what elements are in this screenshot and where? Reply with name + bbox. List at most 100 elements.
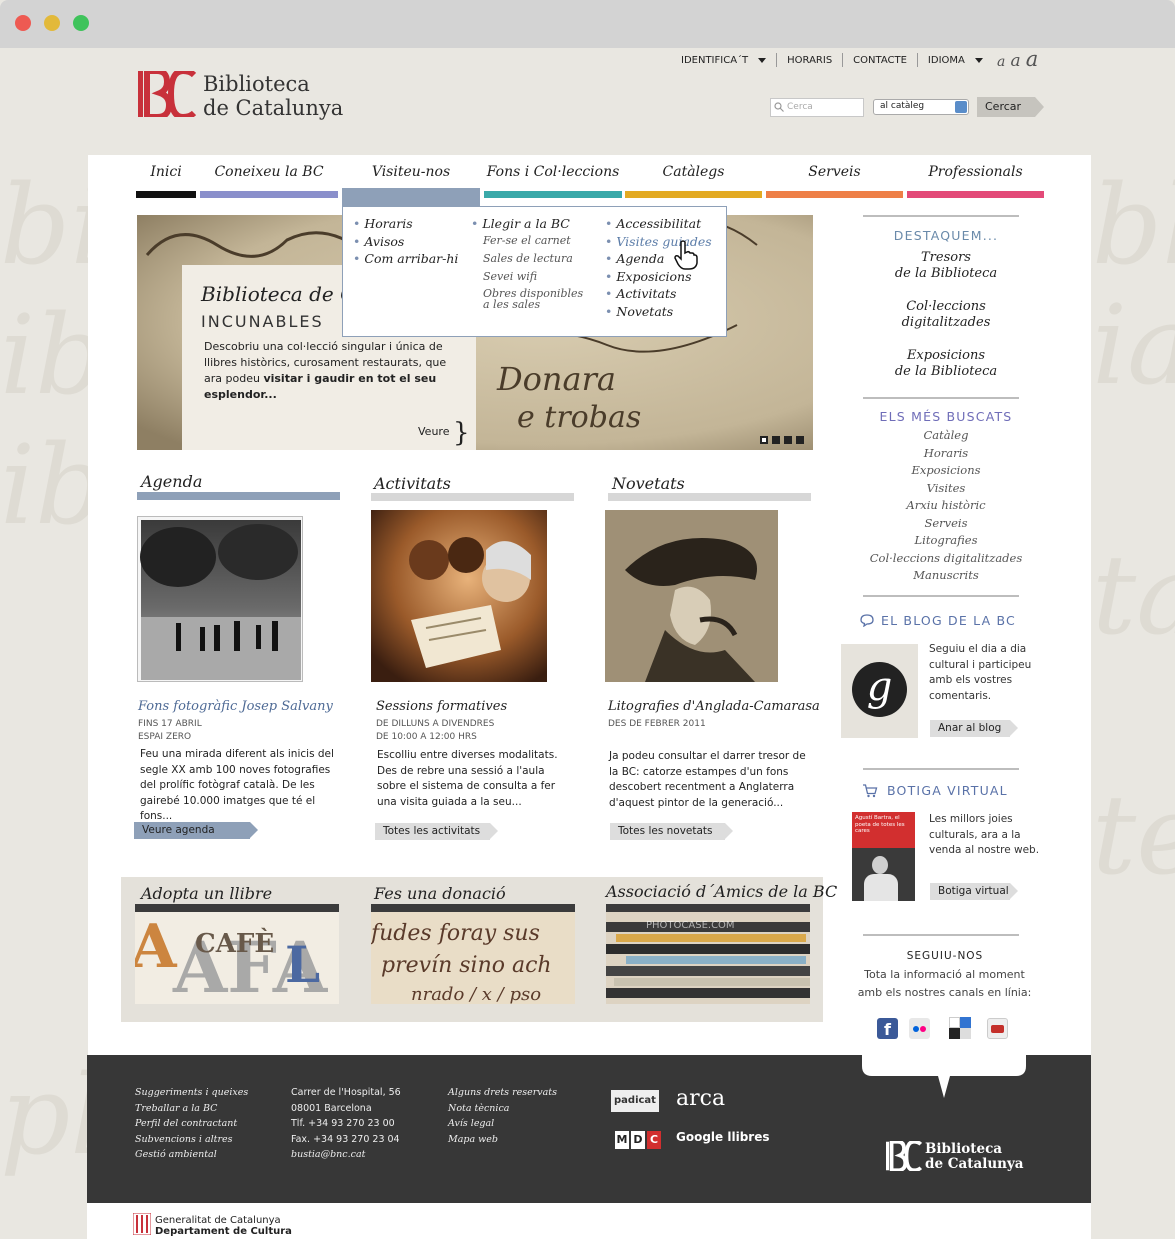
browser-titlebar	[0, 0, 1175, 48]
agenda-item-title[interactable]: Fons fotogràfic Josep Salvany	[138, 699, 333, 714]
arca-logo[interactable]: arca	[676, 1086, 725, 1111]
buscats-link[interactable]: Manuscrits	[840, 568, 1052, 582]
nav-coneixeu[interactable]: Coneixeu la BC	[200, 164, 338, 198]
totes-activitats-button[interactable]: Totes les activitats	[375, 823, 498, 840]
footer-email-link[interactable]: bustia@bnc.cat	[291, 1147, 401, 1163]
agenda-title: Agenda	[141, 472, 203, 491]
nav-inici[interactable]: Inici	[136, 164, 196, 198]
dropdown-subitem[interactable]: Fer-se el carnet	[471, 234, 583, 252]
donacio-title[interactable]: Fes una donació	[374, 884, 506, 903]
carousel-dot[interactable]	[784, 436, 792, 444]
delicious-icon[interactable]	[949, 1017, 971, 1039]
buscats-link[interactable]: Serveis	[840, 516, 1052, 530]
buscats-link[interactable]: Catàleg	[840, 428, 1052, 442]
nav-catalegs[interactable]: Catàlegs	[625, 164, 762, 198]
facebook-icon[interactable]: f	[877, 1018, 898, 1039]
footer-link[interactable]: Suggeriments i queixes	[135, 1085, 248, 1101]
minimize-window-button[interactable]	[44, 15, 60, 31]
footer-link[interactable]: Subvencions i altres	[135, 1132, 248, 1148]
donacio-bar	[371, 904, 575, 912]
carousel-dot[interactable]	[796, 436, 804, 444]
buscats-link[interactable]: Horaris	[840, 446, 1052, 460]
adopta-image[interactable]: A AFA CAFÈ L	[135, 912, 339, 1004]
footer-bc-logo-icon[interactable]	[886, 1141, 922, 1171]
horaris-link[interactable]: HORARIS	[776, 53, 842, 67]
nav-underline	[907, 191, 1044, 198]
flickr-icon[interactable]	[909, 1018, 930, 1039]
carousel-dot[interactable]	[772, 436, 780, 444]
dropdown-item[interactable]: • Horaris	[353, 216, 458, 234]
generalitat-label[interactable]: Generalitat de Catalunya Departament de …	[155, 1215, 292, 1237]
nav-fons[interactable]: Fons i Col·leccions	[484, 164, 622, 198]
agenda-photo[interactable]	[137, 516, 303, 682]
footer-links-1: Suggeriments i queixes Treballar a la BC…	[135, 1085, 248, 1163]
blog-thumbnail[interactable]: g	[841, 644, 918, 738]
shop-book-cover[interactable]: Agustí Bartra, el poeta de totes les car…	[852, 812, 915, 901]
footer-link[interactable]: Treballar a la BC	[135, 1101, 248, 1117]
botiga-button[interactable]: Botiga virtual	[930, 883, 1018, 900]
buscats-link[interactable]: Col·leccions digitalitzades	[840, 551, 1052, 565]
dropdown-item[interactable]: • Exposicions	[605, 269, 712, 287]
buscats-link[interactable]: Visites	[840, 481, 1052, 495]
google-books-logo[interactable]: Google llibres	[676, 1130, 770, 1144]
novetats-photo[interactable]	[605, 510, 778, 682]
site-logo-text[interactable]: Biblioteca de Catalunya	[203, 72, 343, 120]
language-select[interactable]: IDIOMA	[916, 53, 993, 67]
dropdown-subitem[interactable]: Obres disponibles a les sales	[471, 288, 583, 310]
novetats-photo-image	[605, 510, 778, 682]
identify-link[interactable]: IDENTIFICA´T	[681, 53, 776, 67]
buscats-link[interactable]: Arxiu històric	[840, 498, 1052, 512]
veure-agenda-button[interactable]: Veure agenda	[134, 822, 258, 839]
dropdown-item[interactable]: • Activitats	[605, 286, 712, 304]
footer-link[interactable]: Nota tècnica	[448, 1101, 557, 1117]
amics-title[interactable]: Associació d´Amics de la BC	[606, 882, 837, 901]
background-watermark: ta	[1092, 531, 1175, 659]
nav-underline	[342, 188, 480, 207]
adopta-title[interactable]: Adopta un llibre	[141, 884, 272, 903]
footer-link[interactable]: Perfil del contractant	[135, 1116, 248, 1132]
activitats-photo[interactable]	[371, 510, 547, 682]
novetats-item-title[interactable]: Litografies d'Anglada-Camarasa	[608, 699, 820, 714]
dropdown-item[interactable]: • Com arribar-hi	[353, 251, 458, 269]
novetats-text: Ja podeu consultar el darrer tresor de l…	[609, 750, 806, 809]
featured-colleccions[interactable]: Col·leccions digitalitzades	[840, 299, 1052, 331]
activitats-item-title[interactable]: Sessions formatives	[376, 699, 507, 714]
anar-blog-button[interactable]: Anar al blog	[930, 720, 1018, 737]
buscats-link[interactable]: Litografies	[840, 533, 1052, 547]
font-size-switcher[interactable]: a a a	[997, 47, 1038, 71]
footer-link[interactable]: Gestió ambiental	[135, 1147, 248, 1163]
nav-serveis[interactable]: Serveis	[766, 164, 903, 198]
footer-logo-text[interactable]: Biblioteca de Catalunya	[925, 1142, 1024, 1172]
nav-professionals[interactable]: Professionals	[907, 164, 1044, 198]
nav-visiteu[interactable]: Visiteu-nos	[342, 164, 480, 207]
dropdown-item[interactable]: • Novetats	[605, 304, 712, 322]
hero-more-link[interactable]: Veure }	[418, 412, 470, 448]
featured-exposicions[interactable]: Exposicions de la Biblioteca	[840, 348, 1052, 380]
search-input[interactable]: Cerca	[770, 98, 864, 117]
search-scope-select[interactable]: al catàleg	[873, 99, 969, 115]
donacio-image[interactable]: fudes foray sus prevín sino ach nrado / …	[371, 912, 575, 1004]
footer-link[interactable]: Avís legal	[448, 1116, 557, 1132]
footer-link[interactable]: Alguns drets reservats	[448, 1085, 557, 1101]
dropdown-item[interactable]: • Accessibilitat	[605, 216, 712, 234]
padicat-logo[interactable]: padicat	[611, 1090, 659, 1112]
youtube-icon[interactable]	[987, 1018, 1008, 1039]
maximize-window-button[interactable]	[73, 15, 89, 31]
dropdown-item[interactable]: • Avisos	[353, 234, 458, 252]
mdc-logo[interactable]: M D C	[615, 1131, 661, 1149]
dropdown-subitem[interactable]: Sales de lectura	[471, 252, 583, 270]
buscats-link[interactable]: Exposicions	[840, 463, 1052, 477]
nav-underline	[136, 191, 196, 198]
totes-novetats-button[interactable]: Totes les novetats	[610, 823, 733, 840]
dropdown-item[interactable]: • Llegir a la BC	[471, 216, 583, 234]
search-button[interactable]: Cercar	[977, 97, 1044, 117]
bc-logo-icon[interactable]	[138, 71, 196, 117]
amics-image[interactable]: PHOTOCASE.COM	[606, 912, 810, 1004]
generalitat-emblem-icon[interactable]	[133, 1213, 151, 1235]
close-window-button[interactable]	[15, 15, 31, 31]
contacte-link[interactable]: CONTACTE	[842, 53, 917, 67]
footer-link[interactable]: Mapa web	[448, 1132, 557, 1148]
featured-tresors[interactable]: Tresors de la Biblioteca	[840, 250, 1052, 282]
dropdown-subitem[interactable]: Sevei wifi	[471, 270, 583, 288]
carousel-dot-active[interactable]	[760, 436, 768, 444]
